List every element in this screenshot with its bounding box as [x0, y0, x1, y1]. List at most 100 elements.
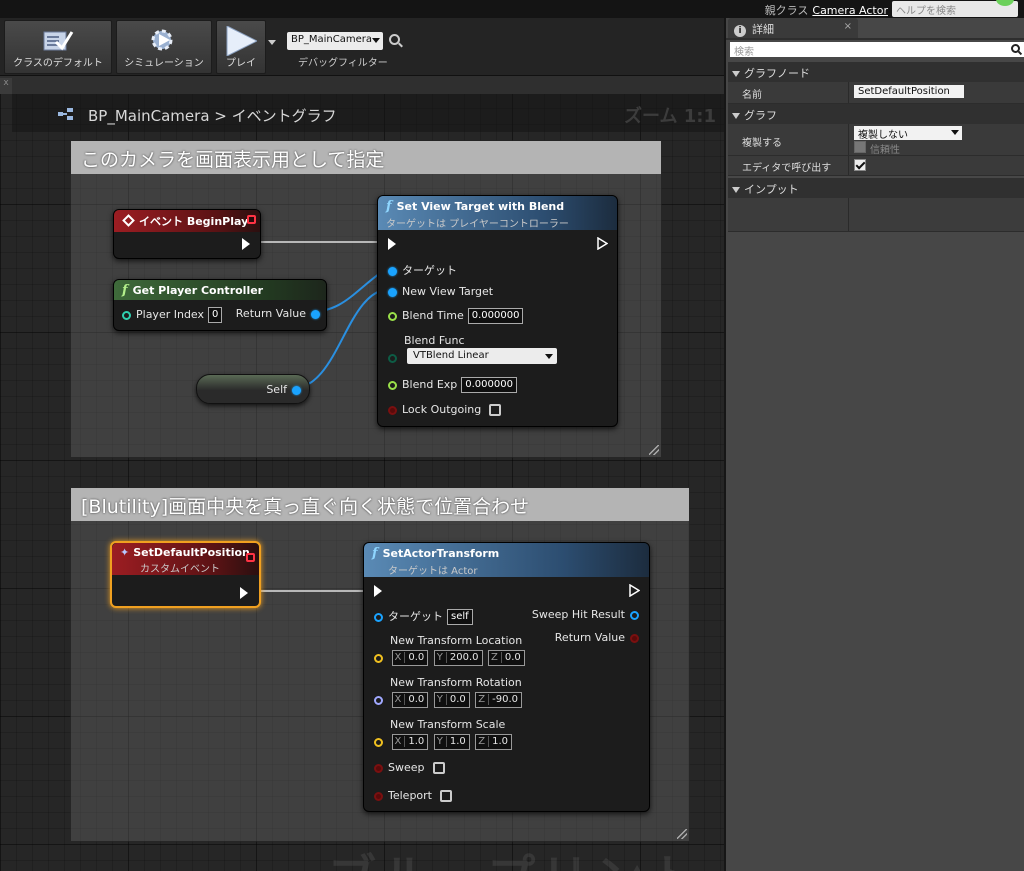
node-begin-play[interactable]: イベント BeginPlay [113, 209, 261, 259]
details-search-input[interactable]: 検索 [730, 42, 1024, 58]
scale-label: New Transform Scale [390, 718, 506, 731]
blueprint-watermark: ブループリント [328, 838, 703, 871]
object-pin[interactable] [311, 309, 320, 319]
node-title: SetDefaultPosition [133, 546, 250, 559]
location-y-input[interactable]: Y 200.0 [433, 650, 483, 666]
exec-out-pin[interactable] [240, 587, 248, 599]
node-self[interactable]: Self [196, 374, 310, 404]
object-pin[interactable] [388, 266, 397, 276]
search-icon[interactable] [389, 34, 400, 45]
sweep-checkbox[interactable] [432, 762, 445, 774]
scale-x-input[interactable]: X 1.0 [391, 734, 429, 750]
float-pin[interactable] [388, 380, 397, 390]
rotation-z-input[interactable]: Z -90.0 [475, 692, 523, 708]
pin-player-index: Player Index 0 [122, 307, 223, 323]
bool-pin[interactable] [374, 791, 383, 801]
graph-tab[interactable]: x [0, 78, 12, 94]
object-pin[interactable] [292, 385, 301, 395]
node-set-default-position[interactable]: ✦ SetDefaultPosition カスタムイベント [110, 541, 261, 608]
object-pin[interactable] [374, 612, 383, 622]
resize-grip-icon[interactable] [649, 445, 659, 455]
search-icon[interactable] [1011, 44, 1020, 53]
delegate-pin-icon[interactable] [247, 215, 256, 224]
pin-location: X 0.0 Y 200.0 Z 0.0 [374, 650, 527, 666]
play-options-chevron-icon[interactable] [268, 40, 276, 45]
node-subtitle: ターゲットは Actor [388, 566, 478, 577]
teleport-checkbox[interactable] [440, 790, 452, 802]
exec-in-pin[interactable] [374, 585, 382, 597]
call-in-editor-checkbox[interactable] [854, 159, 866, 171]
category-inputs[interactable]: インプット [728, 178, 1024, 198]
category-graph[interactable]: グラフ [728, 104, 1024, 124]
node-subtitle: カスタムイベント [140, 564, 220, 575]
inputs-area [728, 198, 1024, 232]
enum-pin[interactable] [388, 353, 397, 363]
float-pin[interactable] [388, 311, 397, 321]
scale-z-input[interactable]: Z 1.0 [475, 734, 513, 750]
pin-sweep: Sweep [374, 761, 445, 774]
exec-out-pin[interactable] [629, 584, 640, 597]
custom-event-icon: ✦ [120, 546, 130, 559]
rotator-pin[interactable] [374, 695, 383, 705]
blend-func-select[interactable]: VTBlend Linear [407, 348, 557, 364]
class-defaults-label: クラスのデフォルト [13, 58, 103, 69]
name-input[interactable]: SetDefaultPosition [854, 85, 964, 98]
prop-row-call-in-editor: エディタで呼び出す [728, 156, 1024, 176]
target-self-box: self [447, 609, 473, 625]
scale-y-input[interactable]: Y 1.0 [433, 734, 470, 750]
play-label: プレイ [226, 58, 256, 69]
rotation-x-input[interactable]: X 0.0 [391, 692, 429, 708]
blend-exp-input[interactable]: 0.000000 [461, 377, 517, 393]
exec-out-pin[interactable] [242, 238, 250, 250]
close-icon[interactable]: × [844, 21, 852, 32]
node-get-player-controller[interactable]: f Get Player Controller Player Index 0 Ret… [113, 279, 327, 331]
exec-in-pin[interactable] [388, 238, 396, 250]
bool-pin[interactable] [388, 405, 397, 415]
function-icon: f [122, 283, 128, 298]
pin-label: ターゲット [402, 264, 457, 277]
simulation-button[interactable]: シミュレーション [116, 20, 212, 74]
breadcrumb-graph[interactable]: イベントグラフ [232, 107, 337, 125]
player-index-input[interactable]: 0 [208, 307, 223, 323]
breadcrumb-text: BP_MainCamera > イベントグラフ [88, 105, 337, 126]
breadcrumb-blueprint[interactable]: BP_MainCamera [88, 107, 210, 125]
category-label: インプット [744, 183, 799, 196]
reliable-label: 信頼性 [870, 145, 900, 156]
object-pin[interactable] [388, 287, 397, 297]
play-button[interactable]: プレイ [216, 20, 266, 74]
location-x-input[interactable]: X 0.0 [391, 650, 429, 666]
lock-outgoing-checkbox[interactable] [489, 404, 502, 416]
pin-label: Sweep [388, 761, 425, 774]
simulation-gear-icon [151, 29, 173, 51]
node-title: イベント BeginPlay [139, 215, 249, 228]
exec-out-pin[interactable] [597, 237, 608, 250]
node-subtitle: ターゲットは プレイヤーコントローラー [386, 219, 569, 230]
location-z-input[interactable]: Z 0.0 [488, 650, 525, 666]
comment-title-2[interactable]: [Blutility]画面中央を真っ直ぐ向く状態で位置合わせ [71, 488, 689, 521]
class-defaults-button[interactable]: クラスのデフォルト [4, 20, 112, 74]
pin-label: Blend Exp [402, 378, 458, 391]
blend-time-input[interactable]: 0.000000 [467, 308, 524, 324]
struct-pin[interactable] [630, 610, 639, 620]
node-set-actor-transform[interactable]: f SetActorTransform ターゲットは Actor ターゲット sel… [363, 542, 650, 812]
vector-pin[interactable] [374, 653, 383, 663]
graph-tab-close[interactable]: x [3, 78, 8, 88]
pin-target: ターゲット [388, 262, 457, 278]
category-graph-node[interactable]: グラフノード [728, 62, 1024, 82]
debug-object-select[interactable]: BP_MainCamera [287, 32, 383, 50]
bool-pin[interactable] [630, 633, 639, 643]
prop-label-replicate: 複製する [742, 138, 782, 149]
int-pin[interactable] [122, 310, 131, 320]
graph-canvas[interactable]: x BP_MainCamera > イベントグラフ ズーム 1:1 このカメラを… [0, 76, 724, 871]
pin-label: Return Value [554, 631, 625, 644]
comment-title-1[interactable]: このカメラを画面表示用として指定 [71, 141, 661, 174]
node-set-view-target[interactable]: f Set View Target with Blend ターゲットは プレイヤー… [377, 195, 618, 427]
details-tab[interactable]: i 詳細 × [728, 18, 858, 38]
rotation-y-input[interactable]: Y 0.0 [433, 692, 470, 708]
vector-pin[interactable] [374, 737, 383, 747]
bool-pin[interactable] [374, 763, 383, 773]
delegate-pin-icon[interactable] [246, 553, 255, 562]
replicate-select[interactable]: 複製しない [854, 126, 962, 141]
simulation-label: シミュレーション [124, 58, 204, 69]
parent-class-link[interactable]: Camera Actor [812, 4, 888, 17]
